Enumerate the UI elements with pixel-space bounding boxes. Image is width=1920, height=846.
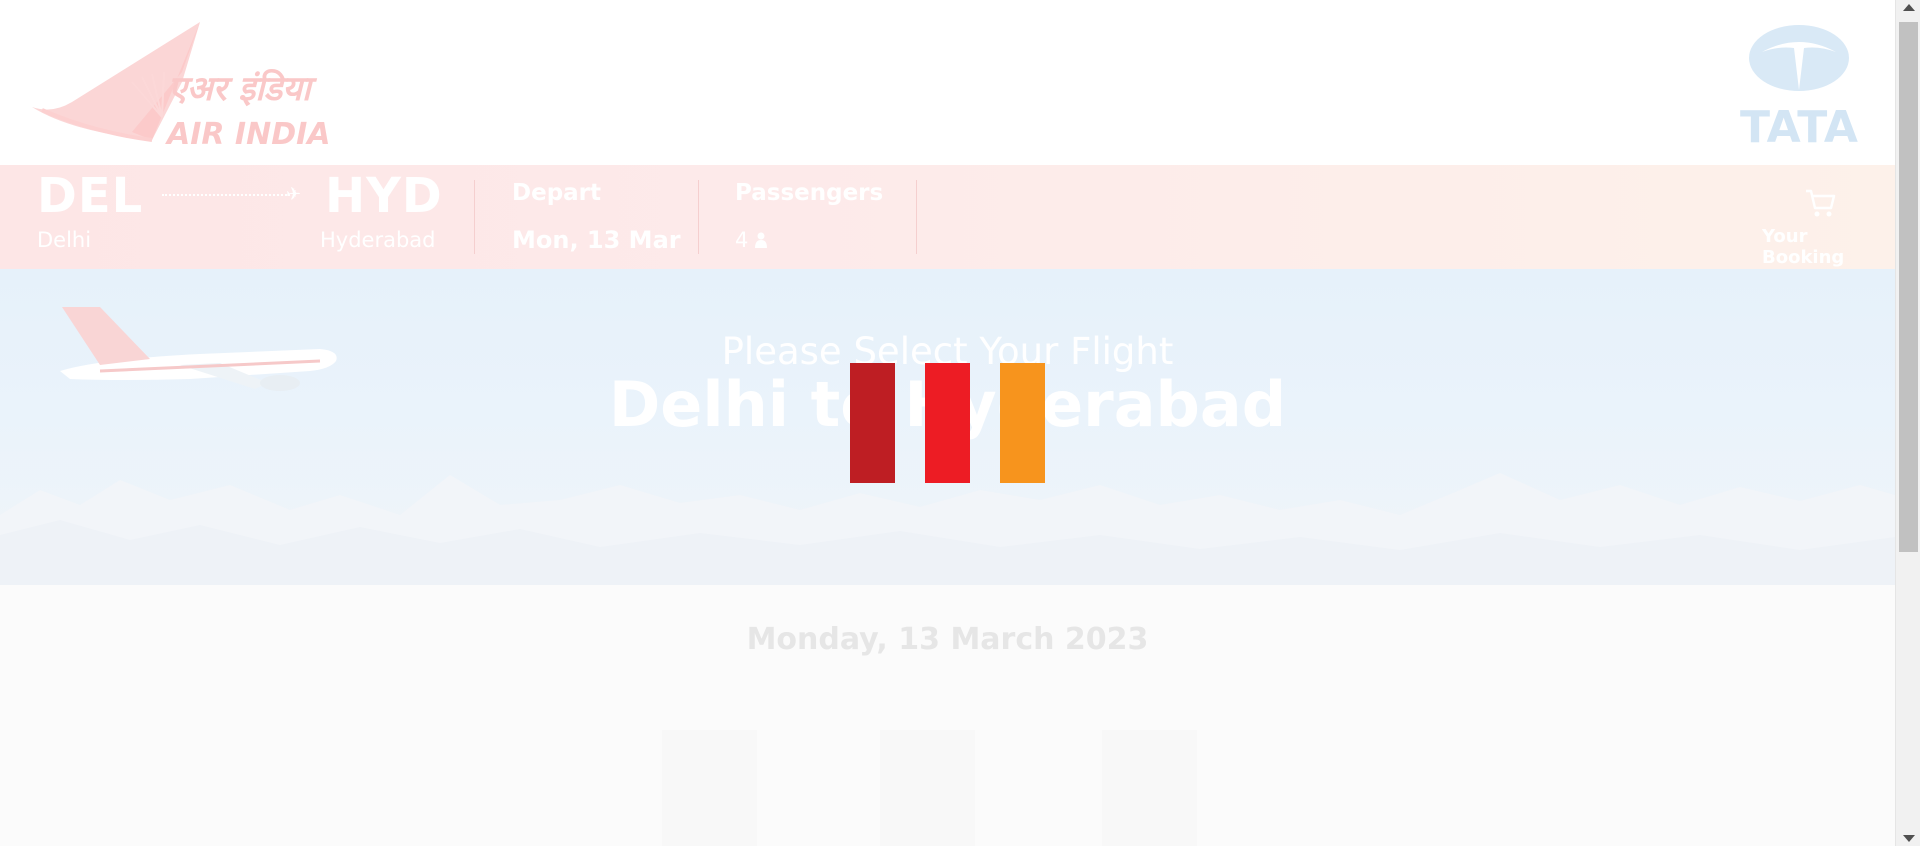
divider [474, 180, 475, 254]
destination-city: Hyderabad [320, 228, 436, 252]
loading-placeholder-card [662, 730, 757, 846]
scroll-up-arrow-icon[interactable] [1903, 4, 1915, 11]
loading-bar [925, 363, 970, 483]
passengers-value[interactable]: 4 [735, 228, 768, 252]
divider [916, 180, 917, 254]
depart-value[interactable]: Mon, 13 Mar [512, 226, 681, 254]
cart-icon[interactable] [1804, 188, 1836, 218]
passengers-label: Passengers [735, 180, 884, 206]
depart-label: Depart [512, 180, 602, 206]
site-header: एअर इंडिया AIR INDIA TATA [0, 0, 1895, 165]
air-india-wordmark: AIR INDIA [165, 117, 330, 147]
vertical-scrollbar[interactable] [1895, 0, 1920, 846]
loading-placeholder-card [1102, 730, 1197, 846]
loading-bar [850, 363, 895, 483]
origin-city: Delhi [37, 228, 92, 252]
air-india-logo[interactable]: एअर इंडिया AIR INDIA [32, 22, 442, 147]
person-icon [755, 232, 768, 248]
origin-code: DEL [37, 168, 144, 224]
your-booking-button[interactable]: Your Booking [1762, 226, 1895, 268]
divider [698, 180, 699, 254]
loading-placeholder-card [880, 730, 975, 846]
itinerary-summary-bar [0, 165, 1895, 269]
air-india-hindi-wordmark: एअर इंडिया [168, 68, 318, 109]
plane-icon: ✈ [286, 184, 302, 205]
destination-code: HYD [325, 168, 443, 224]
scroll-down-arrow-icon[interactable] [1903, 835, 1915, 842]
loading-bar [1000, 363, 1045, 483]
loading-indicator [850, 363, 1046, 483]
flight-date-heading: Monday, 13 March 2023 [746, 622, 1149, 657]
route-line [162, 194, 290, 196]
tata-wordmark: TATA [1740, 102, 1858, 146]
passenger-count: 4 [735, 228, 749, 252]
scrollbar-thumb[interactable] [1899, 22, 1918, 552]
tata-logo[interactable]: TATA [1730, 24, 1868, 146]
page: एअर इंडिया AIR INDIA TATA DEL Delhi ✈ HY… [0, 0, 1895, 846]
